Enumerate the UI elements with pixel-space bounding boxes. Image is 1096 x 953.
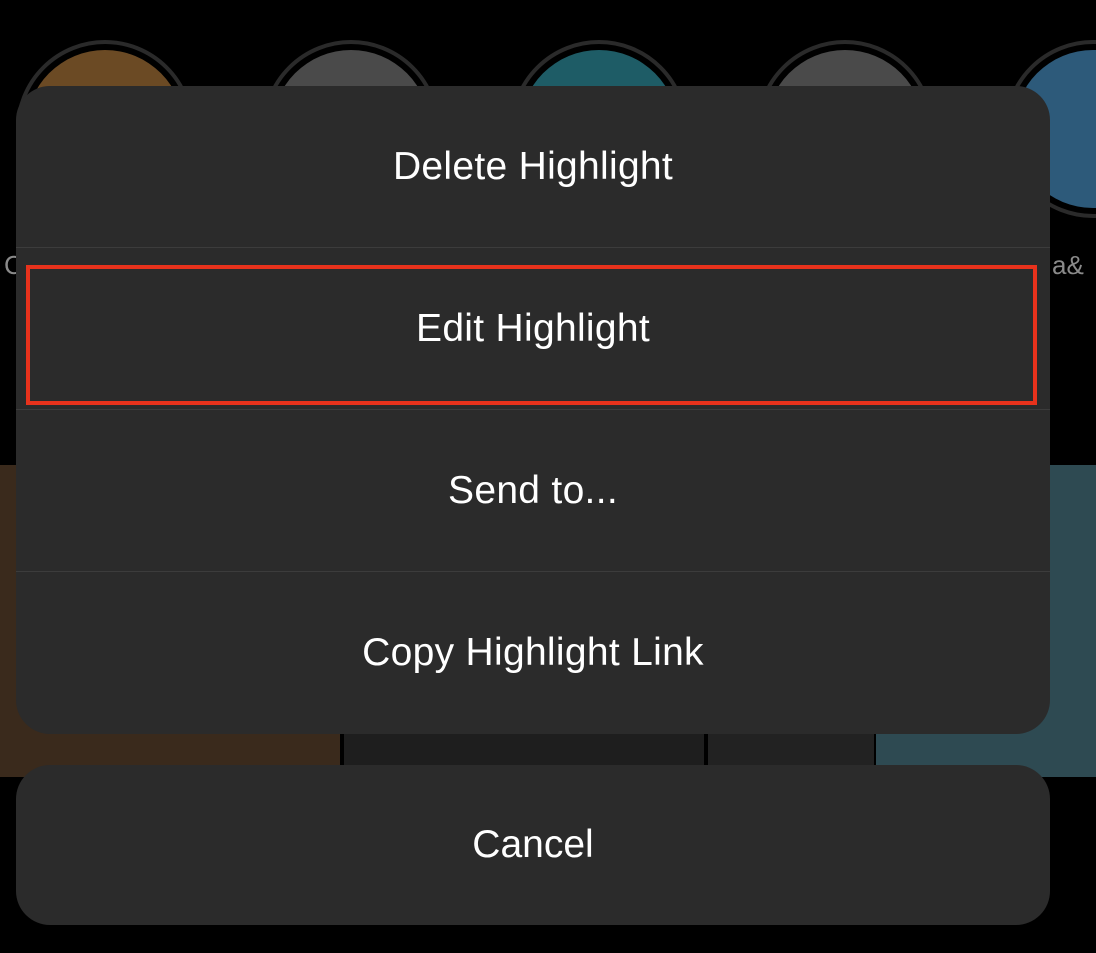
action-sheet: Delete Highlight Edit Highlight Send to.… (16, 86, 1050, 734)
edit-highlight-button[interactable]: Edit Highlight (16, 248, 1050, 409)
copy-highlight-link-button[interactable]: Copy Highlight Link (16, 572, 1050, 733)
send-to-button[interactable]: Send to... (16, 410, 1050, 571)
cancel-button[interactable]: Cancel (16, 765, 1050, 925)
screen: C a& Delete Highlight Edit Highlight Sen… (0, 0, 1096, 953)
highlight-title: a& (1052, 250, 1084, 280)
delete-highlight-button[interactable]: Delete Highlight (16, 86, 1050, 247)
